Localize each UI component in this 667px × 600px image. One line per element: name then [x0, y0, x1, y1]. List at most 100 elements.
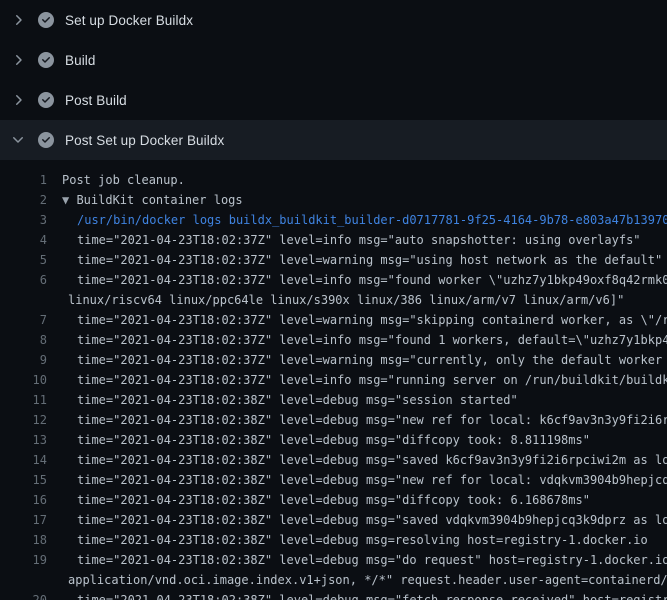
line-number[interactable]: 20	[0, 590, 47, 600]
line-number[interactable]: 13	[0, 430, 47, 450]
log-line: 16 time="2021-04-23T18:02:38Z" level=deb…	[0, 490, 667, 510]
check-circle-icon	[38, 132, 54, 148]
log-text-content: time="2021-04-23T18:02:37Z" level=info m…	[77, 333, 667, 347]
log-text: time="2021-04-23T18:02:37Z" level=info m…	[77, 230, 641, 250]
log-text-content: linux/riscv64 linux/ppc64le linux/s390x …	[68, 293, 624, 307]
line-number[interactable]: 6	[0, 270, 47, 290]
line-number[interactable]: 7	[0, 310, 47, 330]
log-text-content: application/vnd.oci.image.index.v1+json,…	[68, 573, 667, 587]
line-number[interactable]: 4	[0, 230, 47, 250]
step-label: Post Build	[65, 93, 127, 108]
log-text-content: time="2021-04-23T18:02:38Z" level=debug …	[77, 393, 518, 407]
log-text: time="2021-04-23T18:02:38Z" level=debug …	[77, 450, 667, 470]
line-number[interactable]: 14	[0, 450, 47, 470]
step-row-post-set-up-docker-buildx[interactable]: Post Set up Docker Buildx	[0, 120, 667, 160]
log-line: 3 /usr/bin/docker logs buildx_buildkit_b…	[0, 210, 667, 230]
log-line: 4 time="2021-04-23T18:02:37Z" level=info…	[0, 230, 667, 250]
chevron-right-icon	[10, 12, 26, 28]
log-text-content: time="2021-04-23T18:02:38Z" level=debug …	[77, 433, 590, 447]
check-circle-icon	[38, 12, 54, 28]
log-line: 7 time="2021-04-23T18:02:37Z" level=warn…	[0, 310, 667, 330]
line-number[interactable]: 1	[0, 170, 47, 190]
actions-log-viewer: Set up Docker Buildx Build P	[0, 0, 667, 600]
log-text-content: time="2021-04-23T18:02:37Z" level=info m…	[77, 273, 667, 287]
log-text-content: BuildKit container logs	[76, 193, 242, 207]
log-line: 14 time="2021-04-23T18:02:38Z" level=deb…	[0, 450, 667, 470]
check-circle-icon	[38, 52, 54, 68]
line-number[interactable]: 5	[0, 250, 47, 270]
log-text: time="2021-04-23T18:02:38Z" level=debug …	[77, 510, 667, 530]
group-expander-icon[interactable]: ▼	[62, 193, 76, 207]
log-text: time="2021-04-23T18:02:38Z" level=debug …	[77, 470, 667, 490]
log-text-content: time="2021-04-23T18:02:38Z" level=debug …	[77, 593, 667, 600]
log-text: time="2021-04-23T18:02:37Z" level=info m…	[77, 370, 667, 390]
log-line: application/vnd.oci.image.index.v1+json,…	[0, 570, 667, 590]
log-line: 13 time="2021-04-23T18:02:38Z" level=deb…	[0, 430, 667, 450]
log-text-content: time="2021-04-23T18:02:38Z" level=debug …	[77, 473, 667, 487]
step-label: Post Set up Docker Buildx	[65, 133, 224, 148]
step-label: Build	[65, 53, 96, 68]
line-number[interactable]: 10	[0, 370, 47, 390]
line-number[interactable]: 19	[0, 550, 47, 570]
log-text: time="2021-04-23T18:02:37Z" level=warnin…	[77, 250, 662, 270]
log-text-content: /usr/bin/docker logs buildx_buildkit_bui…	[77, 213, 667, 227]
log-text-content: time="2021-04-23T18:02:37Z" level=warnin…	[77, 313, 667, 327]
step-row-build[interactable]: Build	[0, 40, 667, 80]
line-number[interactable]: 15	[0, 470, 47, 490]
step-label: Set up Docker Buildx	[65, 13, 193, 28]
log-line: 19 time="2021-04-23T18:02:38Z" level=deb…	[0, 550, 667, 570]
log-text: time="2021-04-23T18:02:38Z" level=debug …	[77, 430, 590, 450]
log-text: time="2021-04-23T18:02:38Z" level=debug …	[77, 550, 667, 570]
log-line: 8 time="2021-04-23T18:02:37Z" level=info…	[0, 330, 667, 350]
log-text: time="2021-04-23T18:02:38Z" level=debug …	[77, 590, 667, 600]
log-line: 12 time="2021-04-23T18:02:38Z" level=deb…	[0, 410, 667, 430]
line-number[interactable]: 18	[0, 530, 47, 550]
log-text-content: time="2021-04-23T18:02:38Z" level=debug …	[77, 413, 667, 427]
log-text-content: time="2021-04-23T18:02:37Z" level=warnin…	[77, 353, 667, 367]
log-text-content: Post job cleanup.	[62, 173, 185, 187]
log-text: application/vnd.oci.image.index.v1+json,…	[68, 570, 667, 590]
log-text: time="2021-04-23T18:02:37Z" level=info m…	[77, 330, 667, 350]
log-text: time="2021-04-23T18:02:38Z" level=debug …	[77, 390, 518, 410]
step-row-post-build[interactable]: Post Build	[0, 80, 667, 120]
chevron-down-icon	[10, 132, 26, 148]
log-text: time="2021-04-23T18:02:38Z" level=debug …	[77, 490, 590, 510]
line-number[interactable]: 12	[0, 410, 47, 430]
log-line: 17 time="2021-04-23T18:02:38Z" level=deb…	[0, 510, 667, 530]
log-line: 10 time="2021-04-23T18:02:37Z" level=inf…	[0, 370, 667, 390]
log-line: 6 time="2021-04-23T18:02:37Z" level=info…	[0, 270, 667, 290]
line-number[interactable]: 3	[0, 210, 47, 230]
chevron-right-icon	[10, 52, 26, 68]
log-line: 20 time="2021-04-23T18:02:38Z" level=deb…	[0, 590, 667, 600]
log-line: 9 time="2021-04-23T18:02:37Z" level=warn…	[0, 350, 667, 370]
log-text-content: time="2021-04-23T18:02:38Z" level=debug …	[77, 553, 667, 567]
line-number[interactable]: 11	[0, 390, 47, 410]
line-number[interactable]: 16	[0, 490, 47, 510]
log-panel: 1 Post job cleanup. 2 ▼ BuildKit contain…	[0, 160, 667, 600]
log-text-content: time="2021-04-23T18:02:37Z" level=info m…	[77, 233, 641, 247]
step-row-set-up-docker-buildx[interactable]: Set up Docker Buildx	[0, 0, 667, 40]
log-text-content: time="2021-04-23T18:02:38Z" level=debug …	[77, 493, 590, 507]
line-number[interactable]: 8	[0, 330, 47, 350]
log-text: time="2021-04-23T18:02:37Z" level=info m…	[77, 270, 667, 290]
line-number[interactable]: 9	[0, 350, 47, 370]
log-text-content: time="2021-04-23T18:02:37Z" level=warnin…	[77, 253, 662, 267]
line-number[interactable]: 17	[0, 510, 47, 530]
log-line: 11 time="2021-04-23T18:02:38Z" level=deb…	[0, 390, 667, 410]
log-text: Post job cleanup.	[62, 170, 185, 190]
log-text-content: time="2021-04-23T18:02:37Z" level=info m…	[77, 373, 667, 387]
log-text-content: time="2021-04-23T18:02:38Z" level=debug …	[77, 533, 648, 547]
log-text: /usr/bin/docker logs buildx_buildkit_bui…	[77, 210, 667, 230]
log-text: time="2021-04-23T18:02:38Z" level=debug …	[77, 410, 667, 430]
log-line: 15 time="2021-04-23T18:02:38Z" level=deb…	[0, 470, 667, 490]
chevron-right-icon	[10, 92, 26, 108]
log-line: 5 time="2021-04-23T18:02:37Z" level=warn…	[0, 250, 667, 270]
check-circle-icon	[38, 92, 54, 108]
log-text-content: time="2021-04-23T18:02:38Z" level=debug …	[77, 513, 667, 527]
log-line: 2 ▼ BuildKit container logs	[0, 190, 667, 210]
log-text-content: time="2021-04-23T18:02:38Z" level=debug …	[77, 453, 667, 467]
log-text: linux/riscv64 linux/ppc64le linux/s390x …	[68, 290, 624, 310]
line-number[interactable]: 2	[0, 190, 47, 210]
log-line: linux/riscv64 linux/ppc64le linux/s390x …	[0, 290, 667, 310]
step-list: Set up Docker Buildx Build P	[0, 0, 667, 160]
